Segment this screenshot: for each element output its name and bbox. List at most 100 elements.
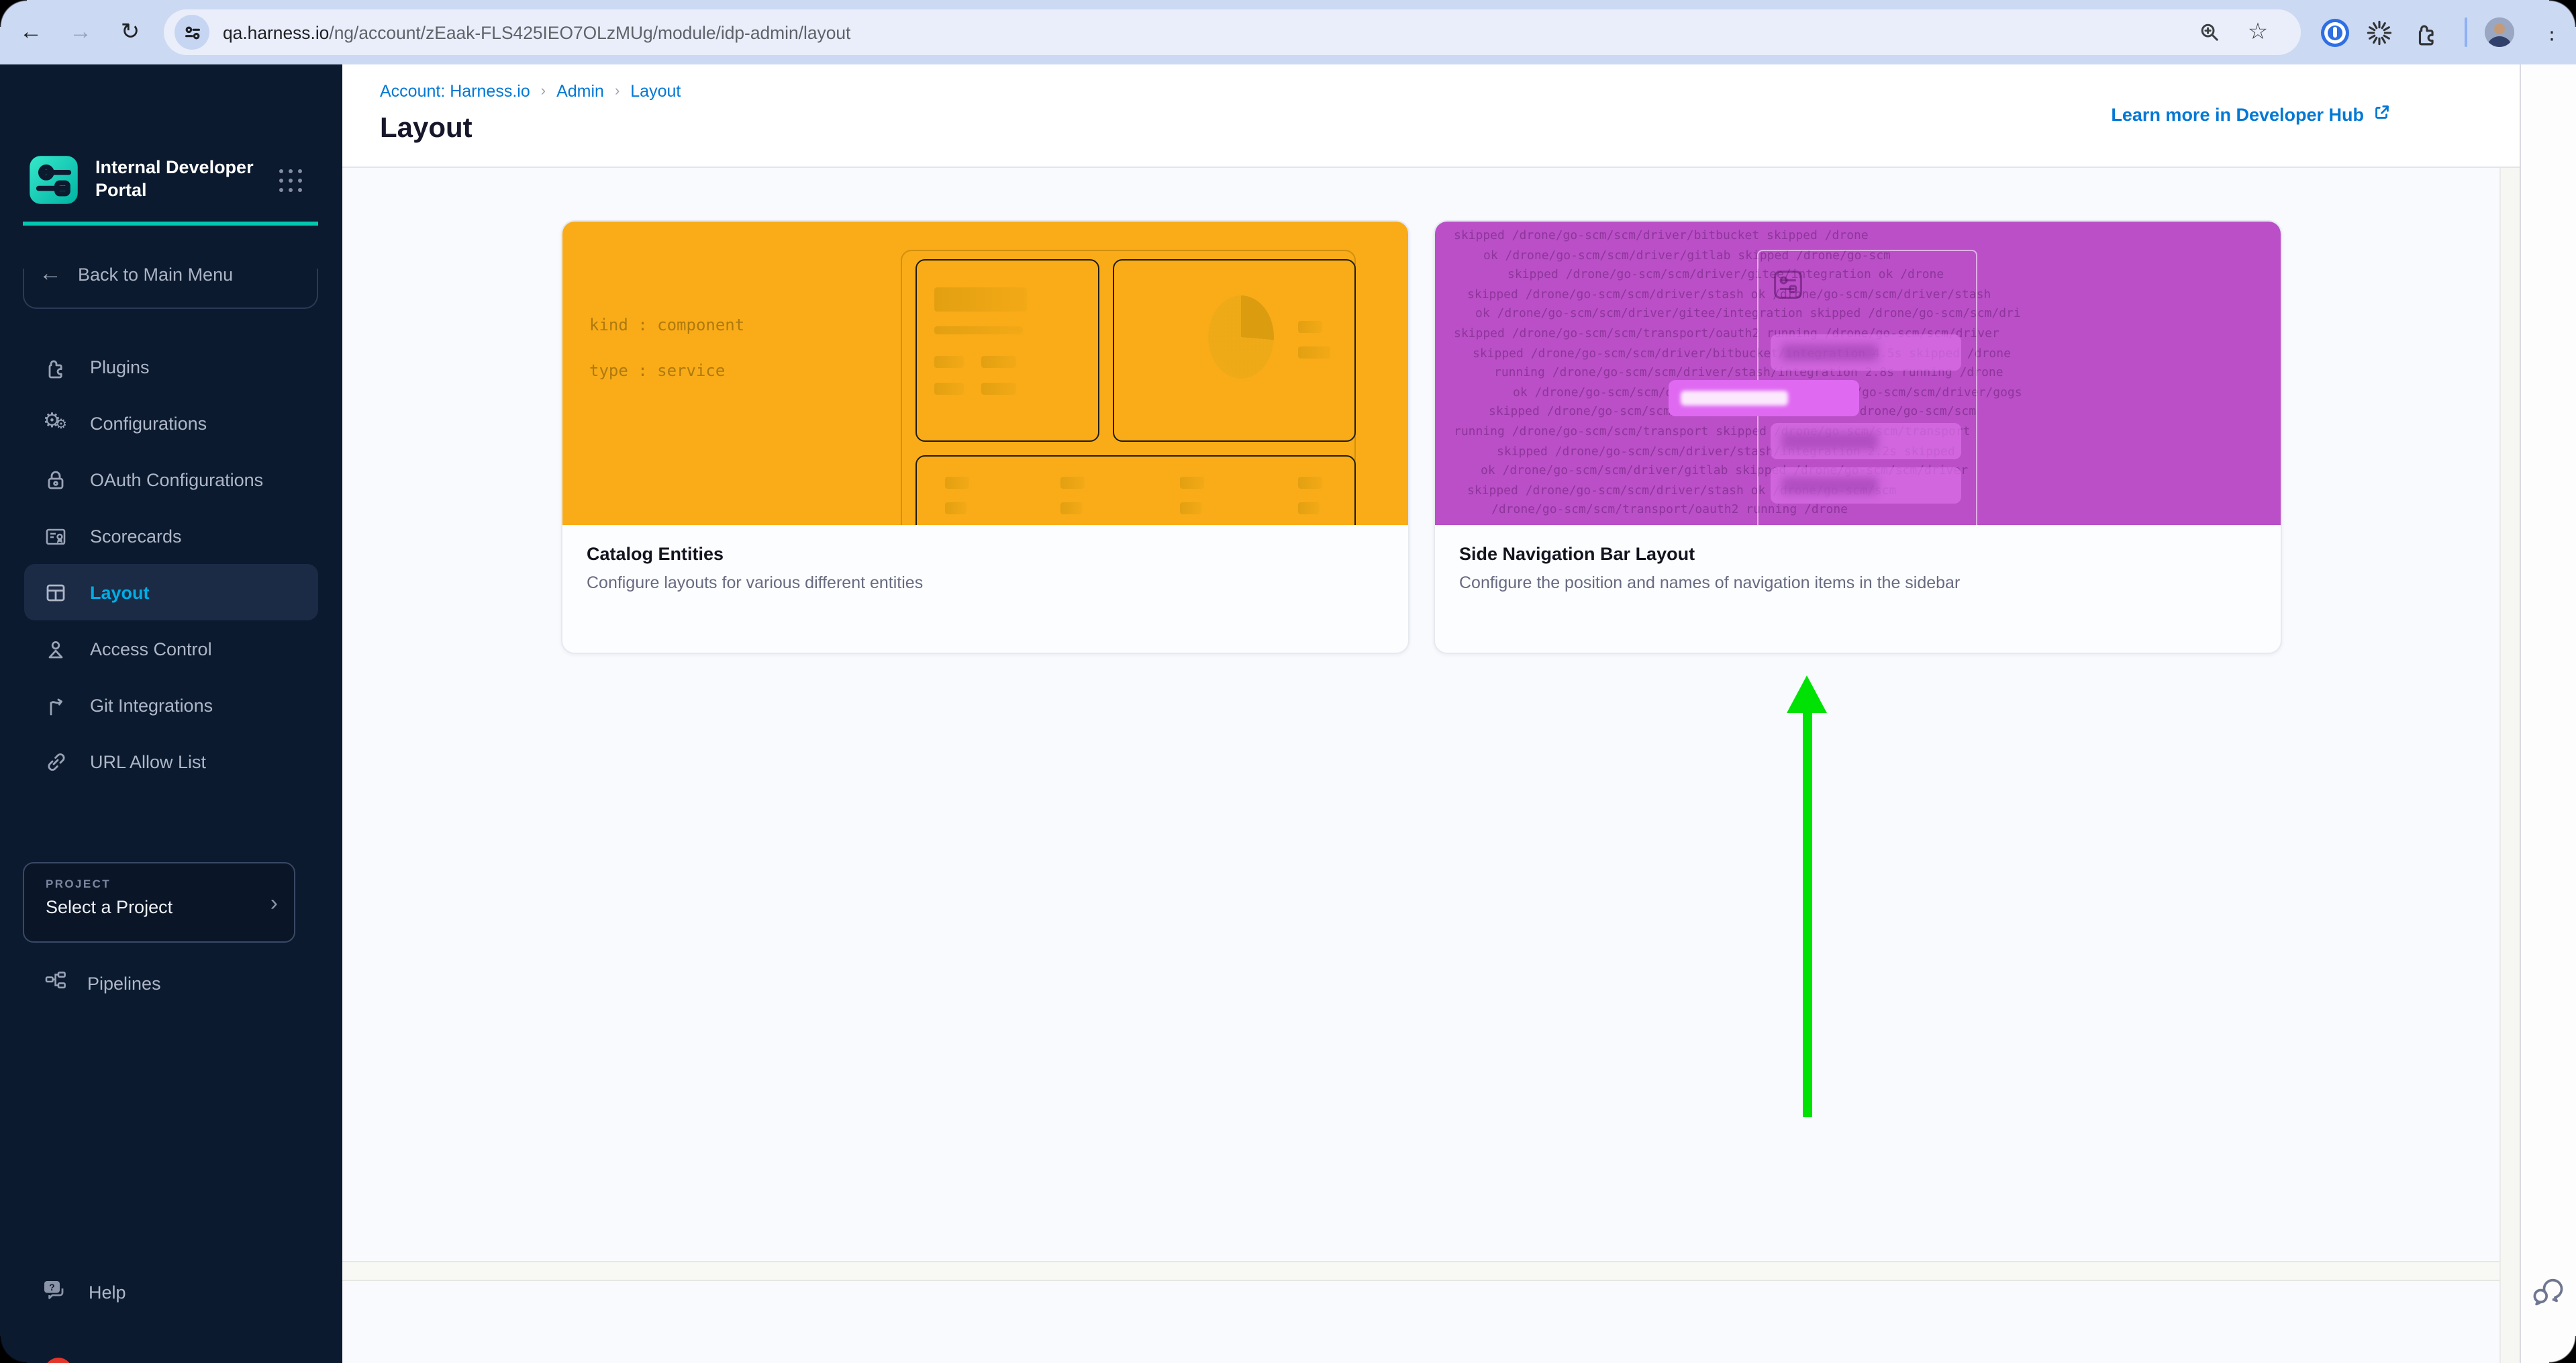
address-bar[interactable]: qa.harness.io/ng/account/zEaak-FLS425IEO… [164, 9, 2301, 55]
page-content: kind : component type : service [342, 168, 2520, 1363]
sidebar-mockup-item [1771, 423, 1961, 459]
url-domain: qa.harness.io [223, 22, 329, 42]
sidebar-section-divider [23, 269, 318, 309]
sidebar-item-pipelines[interactable]: Pipelines [44, 970, 161, 996]
sidebar-item-url-allow-list[interactable]: URL Allow List [0, 733, 342, 790]
module-grid-icon[interactable] [279, 169, 303, 193]
sidebar-item-label: Access Control [90, 639, 212, 659]
right-side-rail [2520, 64, 2576, 1363]
catalog-entities-card[interactable]: kind : component type : service [561, 220, 1409, 654]
zoom-page-icon[interactable] [2191, 9, 2228, 55]
wireframe-card [915, 259, 1099, 442]
project-selector[interactable]: PROJECT Select a Project › [23, 862, 295, 943]
sidebar-item-label: Git Integrations [90, 695, 213, 715]
green-arrow-annotation [1803, 712, 1812, 1117]
chevron-separator-icon: › [615, 83, 620, 99]
wireframe-pie-chart [1208, 295, 1274, 379]
external-link-icon [2372, 102, 2392, 126]
catalog-entities-preview: kind : component type : service [562, 222, 1408, 525]
window-corner [0, 1336, 27, 1363]
url-text[interactable]: qa.harness.io/ng/account/zEaak-FLS425IEO… [223, 9, 850, 55]
page-header: Account: Harness.io › Admin › Layout Lay… [342, 64, 2520, 168]
toolbar-divider [2465, 17, 2467, 47]
sidebar-mockup-item [1771, 467, 1961, 504]
sidebar-item-label: Plugins [90, 357, 150, 377]
breadcrumb-account[interactable]: Account: Harness.io [380, 82, 530, 101]
help-button[interactable]: ? Help [42, 1277, 126, 1308]
sidebar: Internal Developer Portal ← Back to Main… [0, 64, 342, 1363]
learn-more-link[interactable]: Learn more in Developer Hub [2111, 102, 2392, 126]
lock-icon [44, 468, 67, 491]
person-icon [44, 637, 67, 660]
preview-code-line: type : service [589, 361, 725, 380]
support-chat-icon[interactable] [2529, 1272, 2567, 1309]
user-avatar: HM [44, 1358, 72, 1363]
scrollbar-track[interactable] [2499, 168, 2520, 1363]
help-chat-icon: ? [42, 1277, 68, 1308]
user-menu[interactable]: HM Himanshu Mishra [44, 1358, 234, 1363]
browser-window: ← → ↻ qa.harness.io/ng/account/zEaak-FLS… [0, 0, 2576, 1363]
browser-refresh-icon[interactable]: ↻ [110, 0, 150, 64]
side-navigation-layout-card[interactable]: skipped /drone/go-scm/scm/driver/bitbuck… [1434, 220, 2282, 654]
chevron-separator-icon: › [541, 83, 546, 99]
idp-logo-icon [28, 154, 79, 212]
learn-more-label: Learn more in Developer Hub [2111, 104, 2364, 124]
sidebar-item-label: OAuth Configurations [90, 469, 263, 489]
svg-text:?: ? [49, 1282, 55, 1292]
browser-forward-icon[interactable]: → [60, 0, 101, 64]
breadcrumb-layout[interactable]: Layout [630, 82, 681, 101]
window-corner [2549, 1336, 2576, 1363]
sidebar-nav: Plugins ⚙⚙ Configurations OAuth Configur… [0, 338, 342, 790]
browser-profile-avatar[interactable] [2485, 17, 2514, 47]
extension-spinner-icon[interactable] [2359, 0, 2399, 64]
help-label: Help [89, 1282, 126, 1303]
green-arrow-annotation-head [1787, 675, 1827, 713]
scorecard-icon [44, 524, 67, 547]
bookmark-star-icon[interactable]: ☆ [2239, 9, 2277, 55]
sidebar-item-access-control[interactable]: Access Control [0, 620, 342, 677]
sidebar-item-label: URL Allow List [90, 751, 206, 771]
wireframe-card [915, 455, 1356, 525]
breadcrumb: Account: Harness.io › Admin › Layout [380, 82, 681, 101]
sidebar-item-label: Layout [90, 582, 150, 602]
extensions-puzzle-icon[interactable] [2406, 0, 2446, 64]
sidebar-accent-rule [23, 222, 318, 225]
puzzle-icon [44, 355, 67, 378]
project-selector-value: Select a Project [46, 897, 172, 917]
site-settings-icon[interactable] [175, 15, 209, 50]
card-title: Catalog Entities [587, 544, 1384, 564]
sidebar-item-label: Scorecards [90, 526, 182, 546]
browser-toolbar: ← → ↻ qa.harness.io/ng/account/zEaak-FLS… [0, 0, 2576, 64]
content-bottom-band [342, 1261, 2520, 1281]
sidebar-mockup-logo-icon [1773, 270, 1803, 306]
sidebar-item-git-integrations[interactable]: Git Integrations [0, 677, 342, 733]
sidebar-item-label: Configurations [90, 413, 207, 433]
link-icon [44, 750, 67, 773]
breadcrumb-admin[interactable]: Admin [556, 82, 604, 101]
card-title: Side Navigation Bar Layout [1459, 544, 2257, 564]
pipelines-label: Pipelines [87, 973, 161, 993]
page-title: Layout [380, 113, 473, 145]
sidebar-item-plugins[interactable]: Plugins [0, 338, 342, 395]
layout-icon [44, 581, 67, 604]
url-path: /ng/account/zEaak-FLS425IEO7OLzMUg/modul… [329, 22, 850, 42]
git-branch-icon [44, 694, 67, 716]
sidebar-item-layout[interactable]: Layout [24, 564, 318, 620]
card-description: Configure layouts for various different … [587, 573, 1384, 592]
window-corner [0, 0, 27, 27]
chevron-right-icon: › [270, 890, 278, 917]
password-manager-extension-icon[interactable] [2314, 0, 2355, 64]
gears-icon: ⚙⚙ [44, 412, 67, 434]
sidebar-item-configurations[interactable]: ⚙⚙ Configurations [0, 395, 342, 451]
sidebar-mockup-item-highlighted [1669, 380, 1859, 416]
card-description: Configure the position and names of navi… [1459, 573, 2257, 592]
preview-code-line: kind : component [589, 316, 744, 334]
side-navigation-preview: skipped /drone/go-scm/scm/driver/bitbuck… [1435, 222, 2281, 525]
pipelines-icon [44, 970, 67, 996]
sidebar-item-oauth-configurations[interactable]: OAuth Configurations [0, 451, 342, 508]
window-corner [2549, 0, 2576, 27]
sidebar-mockup-item [1771, 334, 1961, 371]
project-selector-label: PROJECT [46, 877, 111, 890]
sidebar-item-scorecards[interactable]: Scorecards [0, 508, 342, 564]
app-title: Internal Developer Portal [95, 156, 254, 201]
